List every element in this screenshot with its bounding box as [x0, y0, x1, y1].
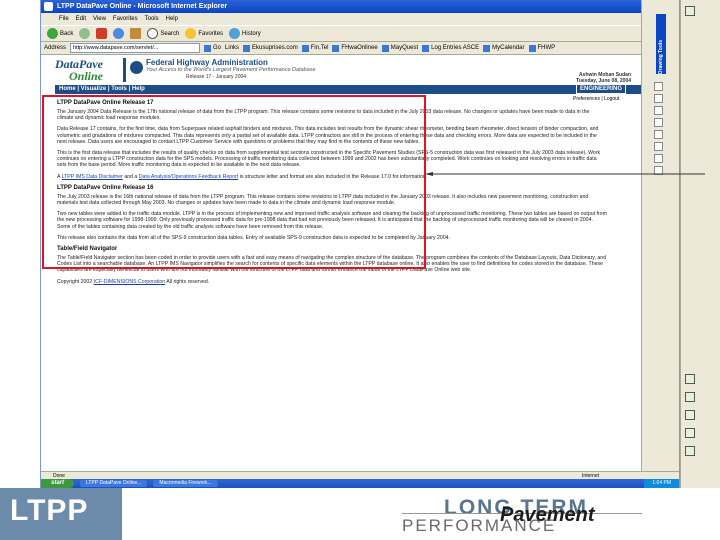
- go-arrow-icon: [204, 44, 212, 52]
- pen-tool-icon[interactable]: [654, 82, 663, 91]
- slide-icon[interactable]: [685, 392, 695, 402]
- link-item[interactable]: MyCalendar: [483, 42, 525, 55]
- highlighter-tool-icon[interactable]: [654, 94, 663, 103]
- search-icon: [147, 28, 159, 39]
- menu-help[interactable]: Help: [166, 13, 178, 25]
- start-button[interactable]: start: [41, 479, 75, 488]
- back-button[interactable]: Back: [47, 28, 73, 39]
- engineering-tab[interactable]: ENGINEERING: [576, 84, 627, 94]
- forward-button[interactable]: [79, 28, 91, 39]
- menu-file[interactable]: File: [59, 13, 69, 25]
- taskbar-item-fireworks[interactable]: Macromedia Firework...: [153, 480, 218, 487]
- link-item[interactable]: FHWP: [528, 42, 555, 55]
- menu-view[interactable]: View: [93, 13, 106, 25]
- pointer-icon[interactable]: [685, 6, 695, 16]
- fhwa-seal-icon: [130, 61, 143, 74]
- forward-arrow-icon: [79, 28, 91, 39]
- title-bar: LTPP DataPave Online - Microsoft Interne…: [41, 0, 679, 13]
- status-bar: Done Internet: [41, 471, 679, 479]
- zone-text: Internet: [582, 473, 599, 479]
- callout-arrow-icon: [425, 172, 705, 176]
- menu-tools[interactable]: Tools: [145, 13, 159, 25]
- link-item[interactable]: FHwaOnlinee: [332, 42, 378, 55]
- link-item[interactable]: Ekusuprises.com: [243, 42, 298, 55]
- release-label: Release 17 - January 2004: [186, 74, 247, 80]
- taskbar: start LTPP DataPave Online... Macromedia…: [41, 479, 679, 488]
- copyright: Copyright 2002 ICF-DIMENSIONS Corporatio…: [57, 278, 210, 285]
- links-label: Links: [225, 44, 240, 51]
- banner-performance: PERFORMANCE: [402, 516, 557, 535]
- status-text: Done: [53, 473, 65, 479]
- standard-toolbar: Back Search Favorites History: [41, 25, 679, 42]
- link-item[interactable]: Fin.Tel: [301, 42, 328, 55]
- shape-tool-icon[interactable]: [654, 130, 663, 139]
- arrow-tool-icon[interactable]: [654, 142, 663, 151]
- slide-icon[interactable]: [685, 410, 695, 420]
- drawing-tools-header: Drawing Tools: [656, 14, 666, 74]
- favorites-button[interactable]: Favorites: [185, 28, 223, 39]
- search-button[interactable]: Search: [147, 28, 179, 39]
- site-header: DataPave Online Federal Highway Administ…: [41, 55, 641, 85]
- eraser-tool-icon[interactable]: [654, 106, 663, 115]
- home-icon: [130, 28, 142, 39]
- link-item[interactable]: Log Entries ASCE: [422, 42, 479, 55]
- ltpp-footer-banner: LTPP: [0, 488, 720, 540]
- address-input[interactable]: http://www.datapave.com/servlet/...: [70, 43, 201, 53]
- side-icon-column: [680, 0, 720, 488]
- agency-name: Federal Highway Administration: [146, 58, 268, 67]
- star-icon: [185, 28, 197, 39]
- datapave-logo[interactable]: DataPave Online: [55, 58, 117, 84]
- stop-icon: [96, 28, 108, 39]
- back-arrow-icon: [47, 28, 58, 39]
- callout-highlight-box: [42, 95, 426, 269]
- link-icon: [332, 44, 340, 52]
- refresh-icon: [113, 28, 125, 39]
- site-nav[interactable]: Home | Visualize | Tools | Help: [55, 85, 641, 94]
- link-icon: [422, 44, 430, 52]
- slide-icon[interactable]: [685, 428, 695, 438]
- link-icon: [528, 44, 536, 52]
- history-icon: [229, 28, 241, 39]
- menu-edit[interactable]: Edit: [76, 13, 86, 25]
- menu-bar: File Edit View Favorites Tools Help: [41, 13, 679, 25]
- site-tagline: Your Access to the World's Largest Pavem…: [146, 67, 316, 73]
- link-icon: [301, 44, 309, 52]
- system-clock: 1:04 PM: [644, 479, 679, 488]
- ltpp-logo: LTPP: [0, 488, 122, 540]
- slide-icon[interactable]: [685, 374, 695, 384]
- history-button[interactable]: History: [229, 28, 261, 39]
- address-label: Address: [44, 44, 67, 51]
- go-button[interactable]: Go: [204, 42, 221, 55]
- user-info: Ashwin Mohan Sudan Tuesday, June 08, 200…: [541, 72, 631, 84]
- link-item[interactable]: MayQuest: [381, 42, 418, 55]
- slide-icon[interactable]: [685, 446, 695, 456]
- link-icon: [243, 44, 251, 52]
- link-icon: [381, 44, 389, 52]
- icf-link[interactable]: ICF-DIMENSIONS Corporation: [94, 279, 166, 285]
- refresh-button[interactable]: [113, 28, 125, 39]
- color-tool-icon[interactable]: [654, 118, 663, 127]
- taskbar-item-ie[interactable]: LTPP DataPave Online...: [80, 480, 148, 487]
- ie-icon: [44, 2, 53, 11]
- link-icon: [483, 44, 491, 52]
- fhwa-banner: Federal Highway Administration Your Acce…: [123, 58, 423, 82]
- text-tool-icon[interactable]: [654, 154, 663, 163]
- menu-favorites[interactable]: Favorites: [113, 13, 138, 25]
- stop-button[interactable]: [96, 28, 108, 39]
- window-title: LTPP DataPave Online - Microsoft Interne…: [57, 3, 228, 10]
- address-bar: Address http://www.datapave.com/servlet/…: [41, 42, 679, 55]
- drawing-tools-panel: Drawing Tools: [641, 0, 679, 471]
- home-button[interactable]: [130, 28, 142, 39]
